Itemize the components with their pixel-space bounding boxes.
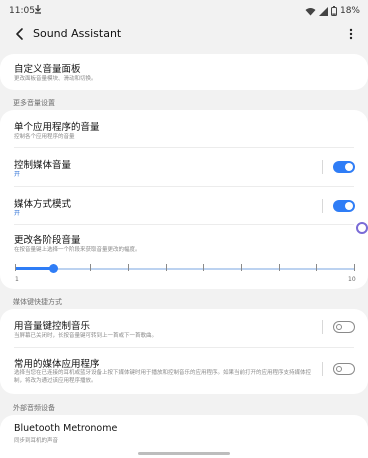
bluetooth-metronome-subtitle: 同步到耳机的声音 <box>14 438 59 444</box>
download-icon <box>34 4 42 14</box>
media-mode-toggle[interactable] <box>333 200 355 212</box>
signal-icon <box>318 6 328 16</box>
media-volume-status: 开 <box>14 171 21 178</box>
volume-key-music-subtitle: 当屏幕已关闭时，长按音量键可转到上一首或下一首歌曲。 <box>14 333 158 339</box>
slider-tick <box>128 264 129 271</box>
slider-tick <box>316 264 317 271</box>
media-shortcut-card: 用音量键控制音乐 当屏幕已关闭时，长按音量键可转到上一首或下一首歌曲。 常用的媒… <box>0 309 368 394</box>
volume-step-subtitle: 在按音量键上选择一个阶段来获取音量更改的幅度。 <box>14 247 141 253</box>
more-volume-card: 单个应用程序的音量 控制各个应用程序的音量 控制媒体音量 开 媒体方式模式 开 … <box>0 110 368 289</box>
divider <box>14 224 354 225</box>
volume-key-music-toggle[interactable] <box>333 321 355 333</box>
section-external-devices: 外部音频设备 <box>13 404 55 412</box>
status-right: 18% <box>305 6 360 16</box>
section-media-shortcut: 媒体键快捷方式 <box>13 298 62 306</box>
custom-panel-subtitle: 更改面板音量模块、滑动和切换。 <box>14 76 97 82</box>
slider-max-label: 10 <box>348 276 356 283</box>
app-volume-subtitle: 控制各个应用程序的音量 <box>14 134 75 140</box>
volume-step-slider-fill <box>15 267 53 270</box>
page-title: Sound Assistant <box>33 27 122 40</box>
media-mode-title[interactable]: 媒体方式模式 <box>14 196 71 210</box>
custom-panel-card: 自定义音量面板 更改面板音量模块、滑动和切换。 <box>0 54 368 90</box>
media-app-subtitle: 选择当您在已连接的耳机或蓝牙设备上按下媒体键时用于播放和控制音乐的应用程序。如果… <box>14 370 312 384</box>
status-time: 11:05 <box>9 6 35 16</box>
status-bar: 11:05 18% <box>0 0 368 22</box>
vertical-divider <box>322 199 323 213</box>
more-vert-icon[interactable] <box>346 25 356 43</box>
divider <box>14 347 354 348</box>
slider-tick <box>241 264 242 271</box>
media-volume-toggle[interactable] <box>333 161 355 173</box>
slider-min-label: 1 <box>15 276 19 283</box>
battery-percent: 18% <box>339 6 360 16</box>
back-arrow-icon[interactable] <box>11 25 29 43</box>
media-app-title[interactable]: 常用的媒体应用程序 <box>14 356 100 370</box>
media-volume-title[interactable]: 控制媒体音量 <box>14 157 71 171</box>
media-mode-status: 开 <box>14 210 21 217</box>
volume-step-slider-thumb[interactable] <box>49 264 58 273</box>
app-bar: Sound Assistant <box>0 22 368 48</box>
vertical-divider <box>322 362 323 376</box>
slider-tick <box>90 264 91 271</box>
wifi-icon <box>305 7 316 16</box>
slider-tick <box>166 264 167 271</box>
gesture-nav-handle[interactable] <box>138 452 230 455</box>
media-app-toggle[interactable] <box>333 363 355 375</box>
slider-tick <box>15 264 16 271</box>
divider <box>14 186 354 187</box>
vertical-divider <box>322 160 323 174</box>
bluetooth-metronome-title[interactable]: Bluetooth Metronome <box>14 423 117 434</box>
slider-tick <box>354 264 355 271</box>
divider <box>14 147 354 148</box>
volume-step-slider-track[interactable] <box>15 268 354 270</box>
section-more-volume: 更多音量设置 <box>13 99 55 107</box>
battery-icon <box>330 6 337 16</box>
volume-step-title: 更改各阶段音量 <box>14 235 81 246</box>
volume-key-music-title[interactable]: 用音量键控制音乐 <box>14 318 90 332</box>
edge-panel-handle[interactable] <box>356 222 368 234</box>
app-volume-title[interactable]: 单个应用程序的音量 <box>14 119 100 133</box>
slider-tick <box>203 264 204 271</box>
vertical-divider <box>322 320 323 334</box>
slider-tick <box>279 264 280 271</box>
custom-panel-title[interactable]: 自定义音量面板 <box>14 61 81 75</box>
